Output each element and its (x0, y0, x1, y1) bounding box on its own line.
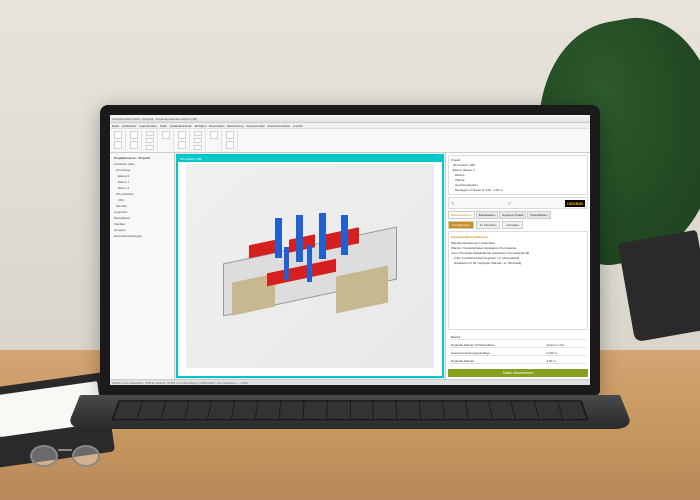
tree-item[interactable]: Revit-Verknüpfungen (112, 233, 172, 239)
tab-classification[interactable]: Klassifikation (527, 211, 551, 219)
ribbon-button[interactable] (194, 131, 202, 136)
ribbon-button[interactable] (194, 145, 202, 150)
prop-value[interactable]: 3,00 m (545, 358, 586, 364)
ribbon-button[interactable] (178, 141, 186, 149)
app-title: Autodesk Revit 2023 - Projekt1 - Dreidim… (112, 117, 197, 121)
ribbon-button[interactable] (194, 138, 202, 143)
ribbon-button[interactable] (226, 141, 234, 149)
element-tree: Projekt 3D-Ansicht: {3D} Ebene: Ebene 0 … (448, 155, 588, 195)
ribbon-button[interactable] (130, 131, 138, 139)
prop-value[interactable] (545, 334, 586, 340)
cart-icon[interactable]: 🛒 (508, 201, 512, 205)
properties-table: Bauteil Doppelte Ständer-SchichtaufbauSy… (448, 332, 588, 377)
assign-button[interactable]: Anzeigen (502, 221, 523, 229)
tree-item[interactable]: Montagen im Raum H 3,00 - 3,50 m (450, 187, 586, 192)
ribbon-toolbar (110, 129, 590, 153)
menu-item[interactable]: Gebäudetechnik (170, 124, 192, 128)
prop-label: Bauteil (450, 334, 543, 340)
tab-component-data[interactable]: Bauteildaten (476, 211, 499, 219)
ribbon-button[interactable] (130, 141, 138, 149)
tab-component-templates[interactable]: Bauteilvorlagen (448, 211, 475, 219)
component-details: Innenwandkonstruktionen Wandkonstruktion… (448, 231, 588, 330)
ribbon-button[interactable] (146, 145, 154, 150)
glasses-photo (30, 445, 100, 470)
menu-item[interactable]: Datei (112, 124, 119, 128)
prop-label: Doppelte Ständer (450, 358, 543, 364)
menu-item[interactable]: Stahl (160, 124, 167, 128)
favorites-button[interactable]: zu Favoriten (476, 221, 501, 229)
ribbon-button[interactable] (146, 138, 154, 143)
menu-item[interactable]: Beschriften (209, 124, 224, 128)
menu-item[interactable]: Ansicht (293, 124, 303, 128)
prop-label: Gew-Gerechnungsgrundlage (450, 350, 543, 356)
apply-data-button[interactable]: Daten übernehmen (448, 369, 588, 377)
3d-viewport[interactable]: 3D-Ansicht: {3D} (176, 154, 444, 378)
building-model (223, 205, 397, 338)
brand-bar: 🔍 🛒 DBDBIM (448, 197, 588, 209)
viewport-header: 3D-Ansicht: {3D} (178, 156, 442, 162)
ribbon-button[interactable] (114, 131, 122, 139)
3d-model[interactable] (186, 164, 434, 368)
status-text: Klicken zum Auswählen, TAB für andere, S… (112, 381, 248, 385)
menu-item[interactable]: Einfügen (195, 124, 207, 128)
brand-logo: DBDBIM (565, 200, 585, 207)
ribbon-button[interactable] (226, 131, 234, 139)
app-window: Autodesk Revit 2023 - Projekt1 - Dreidim… (110, 115, 590, 385)
title-bar: Autodesk Revit 2023 - Projekt1 - Dreidim… (110, 115, 590, 123)
laptop-keyboard (66, 395, 633, 429)
plugin-panel: Projekt 3D-Ansicht: {3D} Ebene: Ebene 0 … (445, 153, 590, 379)
menu-item[interactable]: Zusammenarbeit (267, 124, 290, 128)
menu-item[interactable]: Berechnung (227, 124, 243, 128)
configure-button[interactable]: Konfigurieren (448, 221, 474, 229)
tab-own-project[interactable]: Eigenes Projekt (499, 211, 526, 219)
prop-value[interactable]: System 1,0 A (545, 342, 586, 348)
prop-label: Doppelte Ständer-Schichtaufbau (450, 342, 543, 348)
menu-item[interactable]: Architektur (122, 124, 136, 128)
ribbon-button[interactable] (162, 131, 170, 139)
prop-value[interactable]: 0,226 m (545, 350, 586, 356)
ribbon-button[interactable] (210, 131, 218, 139)
menu-item[interactable]: Ingenieurbau (139, 124, 157, 128)
project-browser: Projektbrowser - Projekt1 Ansichten (all… (110, 153, 175, 379)
menu-item[interactable]: Körpermodell (247, 124, 265, 128)
ribbon-button[interactable] (178, 131, 186, 139)
detail-line[interactable]: Gipskarton FI 90 / doppelte Ständer / st… (451, 260, 585, 265)
panel-tabs: Bauteilvorlagen Bauteildaten Eigenes Pro… (448, 211, 588, 219)
search-icon[interactable]: 🔍 (451, 201, 455, 205)
status-bar: Klicken zum Auswählen, TAB für andere, S… (110, 379, 590, 385)
laptop: Autodesk Revit 2023 - Projekt1 - Dreidim… (80, 105, 620, 445)
ribbon-button[interactable] (146, 131, 154, 136)
ribbon-button[interactable] (114, 141, 122, 149)
